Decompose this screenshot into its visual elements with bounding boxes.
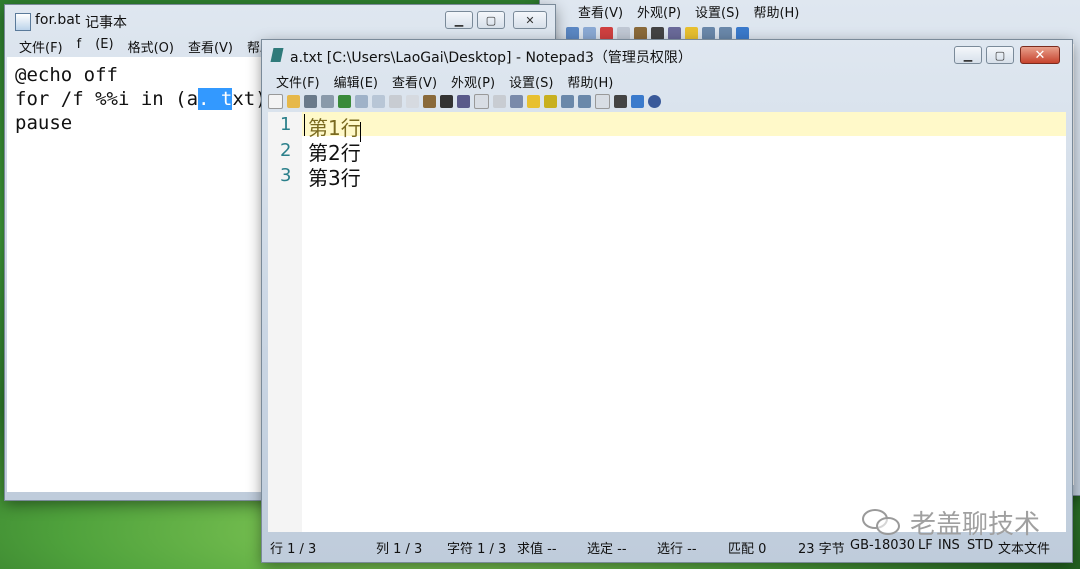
customize-icon[interactable] [614, 94, 627, 108]
undo-icon[interactable] [566, 26, 579, 40]
zoom-out-icon[interactable] [719, 26, 732, 40]
notepad-close-button[interactable]: ✕ [513, 11, 547, 29]
back-menu-settings[interactable]: 设置(S) [693, 2, 741, 22]
undo-icon[interactable] [355, 94, 368, 108]
status-column: 列 1 / 3 [376, 542, 423, 557]
back-menu-help[interactable]: 帮助(H) [751, 2, 801, 22]
current-line-highlight [302, 112, 1066, 136]
code-line-2-text: for /f %%i in (a [15, 88, 199, 110]
watermark-text: 老盖聊技术 [910, 509, 1041, 540]
status-bytes: 23 字节 [798, 542, 845, 557]
minimize-icon: ▁ [963, 48, 973, 62]
menu-view[interactable]: 查看(V) [390, 72, 439, 92]
back-menu-appearance[interactable]: 外观(P) [635, 2, 683, 22]
redo-icon[interactable] [583, 26, 596, 40]
notepad-menu-format[interactable]: 格式(O) [126, 37, 176, 57]
new-file-icon[interactable] [268, 93, 283, 109]
text-line: 第3行 [308, 166, 361, 190]
maximize-icon: ▢ [485, 13, 497, 27]
notepad-title-app: 记事本 [85, 15, 127, 31]
menu-appearance[interactable]: 外观(P) [449, 72, 497, 92]
mouse-ibeam-cursor [360, 122, 361, 142]
paste-icon[interactable] [423, 94, 436, 108]
maximize-icon: ▢ [994, 48, 1006, 62]
menu-settings[interactable]: 设置(S) [507, 72, 555, 92]
paste-icon[interactable] [634, 26, 647, 40]
line-number: 1 [280, 114, 292, 135]
notepad3-menubar: 文件(F) 编辑(E) 查看(V) 外观(P) 设置(S) 帮助(H) [274, 72, 1072, 92]
save-as-icon[interactable] [321, 94, 334, 108]
cut-icon[interactable] [600, 26, 613, 40]
exit-icon[interactable] [648, 94, 661, 108]
back-menu-view[interactable]: 查看(V) [576, 2, 625, 22]
menu-file[interactable]: 文件(F) [274, 72, 322, 92]
notepad3-toolbar [262, 92, 1072, 110]
notepad-maximize-button[interactable]: ▢ [477, 11, 505, 29]
line-number: 2 [280, 140, 292, 161]
status-selection: 选定 -- [587, 542, 627, 557]
browse-icon[interactable] [338, 94, 351, 108]
menu-help[interactable]: 帮助(H) [565, 72, 615, 92]
line-number: 3 [280, 165, 292, 186]
zoom-in-icon[interactable] [561, 94, 574, 108]
redo-icon[interactable] [372, 94, 385, 108]
notepad-titlebar[interactable]: for.bat 记事本 ▁ ▢ ✕ [5, 5, 555, 35]
watermark: 老盖聊技术 [862, 502, 1040, 542]
wechat-icon [862, 507, 902, 537]
status-char: 字符 1 / 3 [447, 542, 507, 557]
status-selected-lines: 选行 -- [657, 542, 697, 557]
goto-icon[interactable] [474, 93, 489, 109]
menu-edit[interactable]: 编辑(E) [332, 72, 380, 92]
favorite-icon[interactable] [527, 94, 540, 108]
notepad-menu-view[interactable]: 查看(V) [186, 37, 235, 57]
notepad-minimize-button[interactable]: ▁ [445, 11, 473, 29]
notepad-menu-edit[interactable]: (E) [93, 37, 115, 57]
find-icon[interactable] [440, 94, 453, 108]
notepad-title-file: for.bat [35, 12, 81, 28]
background-menubar: 查看(V) 外观(P) 设置(S) 帮助(H) [576, 2, 1080, 22]
replace-icon[interactable] [457, 94, 470, 108]
pin-icon[interactable] [631, 94, 644, 108]
notepad3-maximize-button[interactable]: ▢ [986, 46, 1014, 64]
close-icon: ✕ [525, 13, 535, 27]
find-icon[interactable] [651, 26, 664, 40]
schemes-icon[interactable] [595, 93, 610, 109]
notepad3-icon [270, 48, 284, 62]
zoom-in-icon[interactable] [702, 26, 715, 40]
copy-icon[interactable] [406, 94, 419, 108]
add-favorite-icon[interactable] [544, 94, 557, 108]
replace-icon[interactable] [668, 26, 681, 40]
notepad3-editor[interactable]: 1 第1行 2 第2行 3 第3行 [268, 112, 1066, 532]
search-icon[interactable] [510, 94, 523, 108]
cut-icon[interactable] [389, 94, 402, 108]
notepad3-title: a.txt [C:\Users\LaoGai\Desktop] - Notepa… [290, 50, 692, 66]
pin-icon[interactable] [736, 26, 749, 40]
notepad3-window[interactable]: a.txt [C:\Users\LaoGai\Desktop] - Notepa… [262, 40, 1072, 562]
star-icon[interactable] [685, 26, 698, 40]
open-file-icon[interactable] [287, 94, 300, 108]
find-next-icon[interactable] [493, 94, 506, 108]
notepad-icon [15, 13, 31, 31]
minimize-icon: ▁ [454, 13, 464, 27]
status-line: 行 1 / 3 [270, 542, 317, 557]
save-icon[interactable] [304, 94, 317, 108]
text-selection: . t [198, 88, 233, 110]
notepad3-titlebar[interactable]: a.txt [C:\Users\LaoGai\Desktop] - Notepa… [262, 40, 1072, 70]
notepad3-minimize-button[interactable]: ▁ [954, 46, 982, 64]
notepad-menu-file[interactable]: 文件(F) [17, 37, 65, 57]
status-match: 匹配 0 [728, 542, 767, 557]
zoom-out-icon[interactable] [578, 94, 591, 108]
notepad-menu-edit-partial[interactable]: f [75, 37, 84, 57]
status-sum: 求值 -- [517, 542, 557, 557]
close-icon: ✕ [1034, 47, 1046, 63]
copy-icon[interactable] [617, 26, 630, 40]
text-cursor [304, 114, 305, 136]
notepad3-close-button[interactable]: ✕ [1020, 46, 1060, 64]
